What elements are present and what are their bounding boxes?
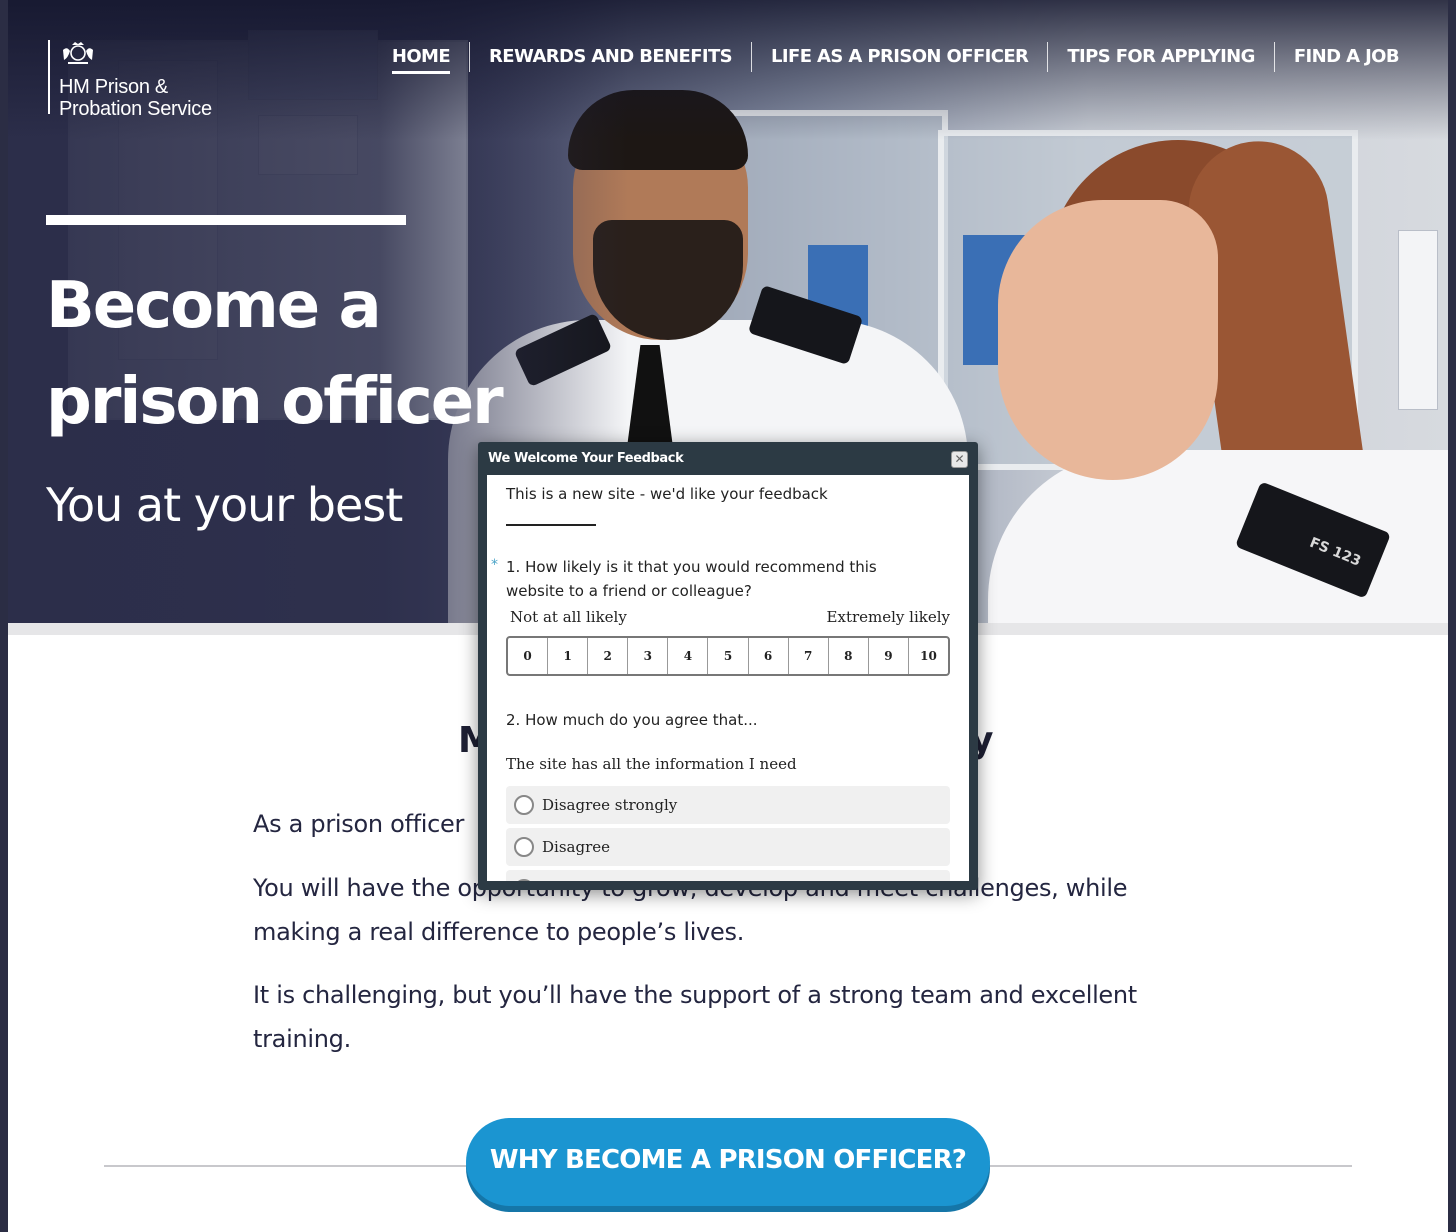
site-logo[interactable]: HM Prison & Probation Service: [48, 40, 212, 120]
radio-button[interactable]: [514, 879, 534, 881]
nps-scale: 0 1 2 3 4 5 6 7 8 9 10: [506, 636, 950, 676]
nav-item-label: LIFE AS A PRISON OFFICER: [771, 46, 1029, 67]
officer-figure: [998, 200, 1218, 480]
hero-accent-rule: [46, 215, 406, 225]
nps-option-6[interactable]: 6: [747, 638, 788, 674]
required-marker: *: [491, 557, 498, 573]
nav-item-rewards-and-benefits[interactable]: REWARDS AND BENEFITS: [469, 42, 751, 72]
logo-line-2: Probation Service: [59, 98, 212, 120]
nps-option-5[interactable]: 5: [707, 638, 747, 674]
feedback-form: This is a new site - we'd like your feed…: [487, 475, 969, 881]
agreement-statement: The site has all the information I need: [506, 755, 797, 773]
option-disagree[interactable]: Disagree: [506, 828, 950, 866]
nps-option-2[interactable]: 2: [587, 638, 627, 674]
feedback-modal: We Welcome Your Feedback ✕ This is a new…: [478, 442, 978, 890]
option-label: Disagree: [542, 838, 610, 856]
nav-item-label: HOME: [391, 46, 451, 74]
option-label: Disagree strongly: [542, 796, 678, 814]
nav-item-find-a-job[interactable]: FIND A JOB: [1273, 42, 1418, 72]
royal-crest-icon: [63, 42, 93, 64]
nav-item-life-as-a-prison-officer[interactable]: LIFE AS A PRISON OFFICER: [751, 42, 1047, 72]
radio-button[interactable]: [514, 837, 534, 857]
nav-item-label: REWARDS AND BENEFITS: [489, 46, 733, 67]
nav-item-label: FIND A JOB: [1293, 46, 1400, 67]
radio-button[interactable]: [514, 795, 534, 815]
hero-subtitle: You at your best: [46, 478, 403, 532]
hero-title-line-2: prison officer: [46, 365, 504, 439]
nps-option-0[interactable]: 0: [508, 638, 547, 674]
nps-option-4[interactable]: 4: [667, 638, 707, 674]
nps-option-1[interactable]: 1: [547, 638, 587, 674]
option-next[interactable]: [506, 870, 950, 881]
nav-item-home[interactable]: HOME: [373, 42, 469, 74]
nps-option-3[interactable]: 3: [627, 638, 667, 674]
nav-item-tips-for-applying[interactable]: TIPS FOR APPLYING: [1047, 42, 1273, 72]
nps-option-10[interactable]: 10: [907, 638, 948, 674]
nps-option-9[interactable]: 9: [867, 638, 908, 674]
nps-option-7[interactable]: 7: [787, 638, 828, 674]
scale-high-label: Extremely likely: [826, 608, 950, 626]
nav-item-label: TIPS FOR APPLYING: [1067, 46, 1255, 67]
logo-line-1: HM Prison &: [59, 76, 168, 98]
support-paragraph: It is challenging, but you’ll have the s…: [253, 981, 1137, 1053]
background-sign: [1398, 230, 1438, 410]
question-2: 2. How much do you agree that...: [506, 711, 758, 729]
scale-low-label: Not at all likely: [510, 608, 627, 626]
logo-text: HM Prison & Probation Service: [59, 76, 212, 120]
epaulette-number: FS 123: [1307, 534, 1364, 570]
main-navigation: HOME REWARDS AND BENEFITS LIFE AS A PRIS…: [373, 42, 1418, 74]
close-icon[interactable]: ✕: [951, 451, 968, 468]
intro-divider: [506, 524, 596, 526]
nps-option-8[interactable]: 8: [827, 638, 868, 674]
hero-title-line-1: Become a: [46, 269, 382, 343]
feedback-intro: This is a new site - we'd like your feed…: [506, 485, 828, 503]
question-1: 1. How likely is it that you would recom…: [506, 558, 877, 600]
modal-title: We Welcome Your Feedback: [488, 451, 684, 466]
option-disagree-strongly[interactable]: Disagree strongly: [506, 786, 950, 824]
why-become-prison-officer-button[interactable]: WHY BECOME A PRISON OFFICER?: [466, 1118, 990, 1206]
hero-title: Become a prison officer: [46, 258, 586, 450]
